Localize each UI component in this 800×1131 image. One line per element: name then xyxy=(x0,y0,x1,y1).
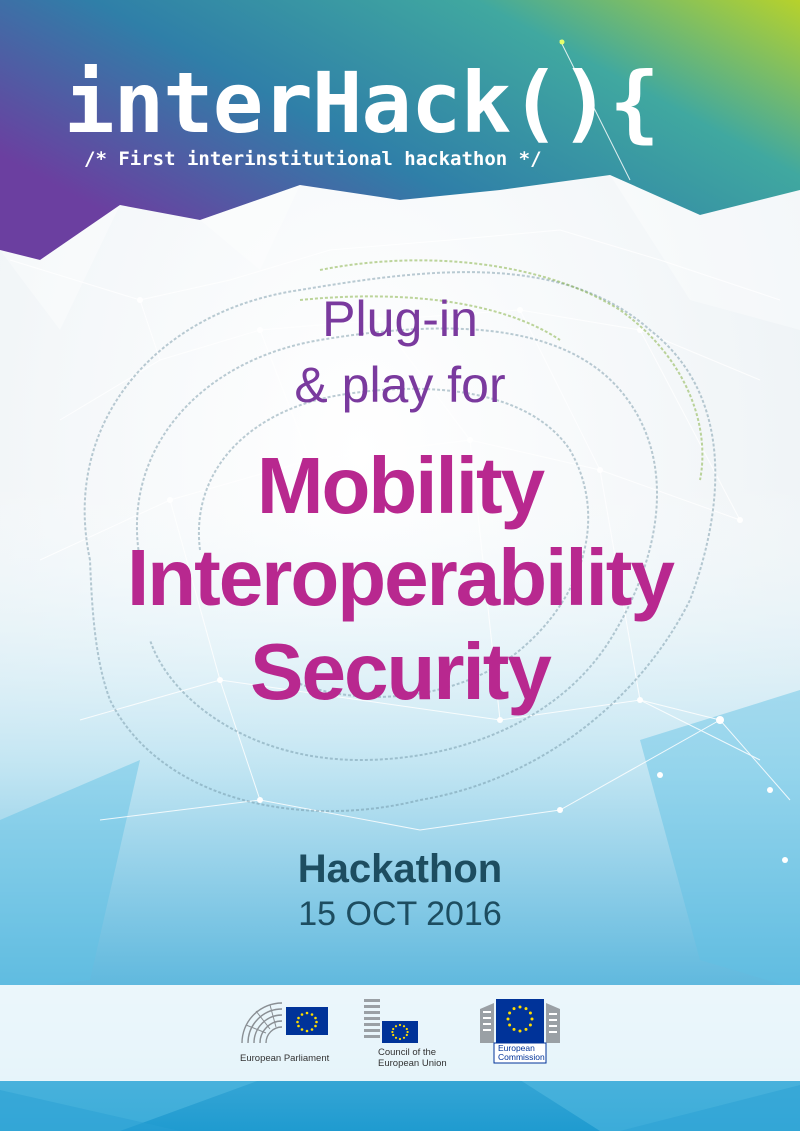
commission-name-line-2: Commission xyxy=(498,1052,545,1062)
tagline-line-2: & play for xyxy=(294,357,506,413)
council-building-icon xyxy=(364,999,418,1043)
event-subtitle: /* First interinstitutional hackathon */ xyxy=(84,148,542,170)
council-name-line-1: Council of the xyxy=(378,1047,437,1058)
event-label: Hackathon xyxy=(297,847,503,891)
parliament-name: European Parliament xyxy=(240,1053,330,1064)
european-commission-logo: European Commission xyxy=(476,985,576,1081)
topic-interoperability: Interoperability xyxy=(127,533,675,622)
topic-mobility: Mobility xyxy=(256,441,545,530)
logo-footer: European Parliament Council of the Europ… xyxy=(0,985,800,1081)
council-of-the-eu-logo: Council of the European Union xyxy=(362,985,462,1081)
council-name-line-2: European Union xyxy=(378,1058,447,1069)
european-parliament-logo: European Parliament xyxy=(236,985,346,1081)
topic-security: Security xyxy=(250,627,552,716)
parliament-hemicycle-icon xyxy=(241,1002,328,1044)
event-date: 15 OCT 2016 xyxy=(298,895,502,933)
poster: interHack(){ /* First interinstitutional… xyxy=(0,0,800,1131)
event-title: interHack(){ xyxy=(64,54,660,152)
tagline-line-1: Plug-in xyxy=(322,291,478,347)
